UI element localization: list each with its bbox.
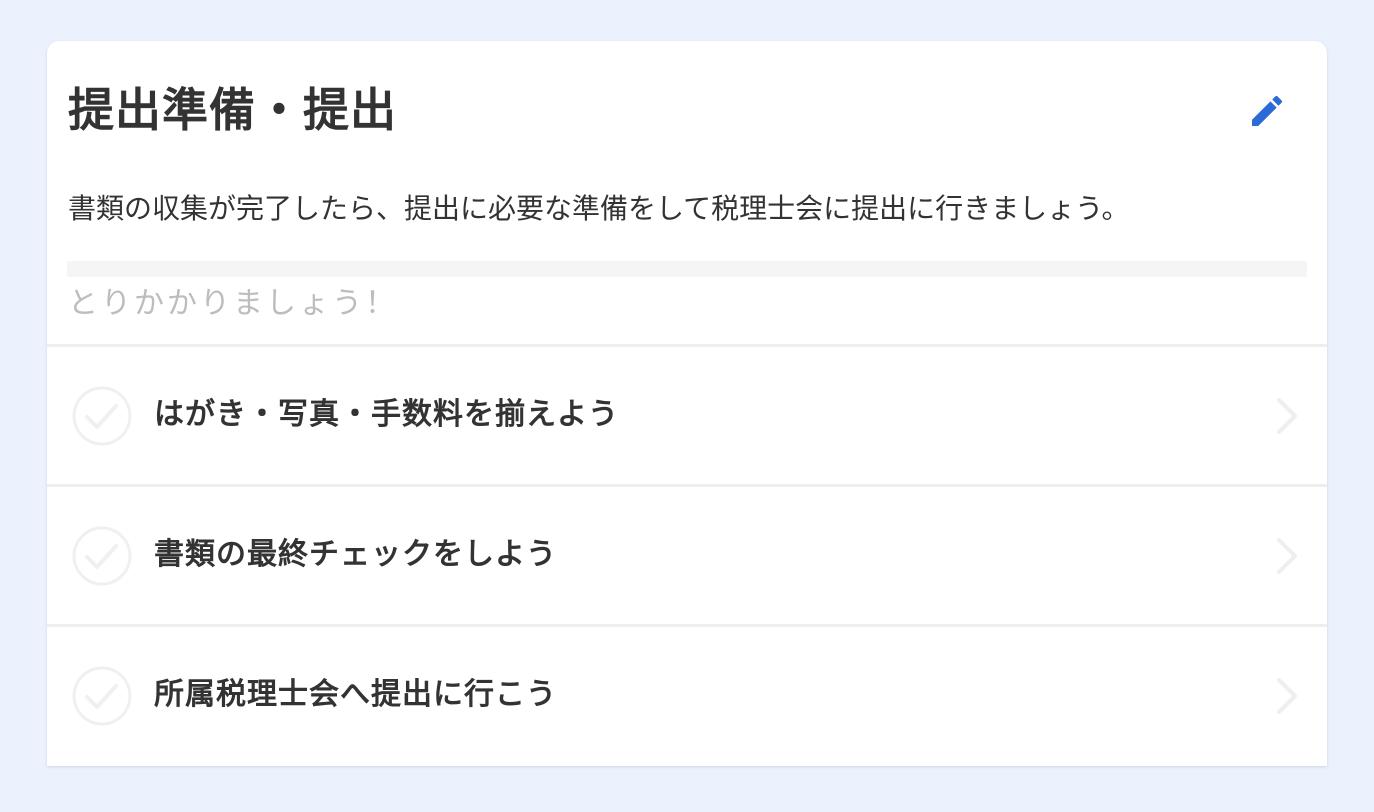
chevron-right-icon	[1277, 538, 1297, 574]
check-circle-icon	[72, 386, 132, 446]
task-list: はがき・写真・手数料を揃えよう 書類の最終チェックをしよう 所属税理士会へ提出に…	[47, 344, 1327, 764]
task-label: 所属税理士会へ提出に行こう	[154, 677, 557, 712]
task-item-final-check[interactable]: 書類の最終チェックをしよう	[47, 484, 1327, 624]
card-header: 提出準備・提出 書類の収集が完了したら、提出に必要な準備をして税理士会に提出に行…	[47, 41, 1327, 344]
progress-bar	[67, 261, 1307, 277]
task-label: 書類の最終チェックをしよう	[154, 537, 557, 572]
task-label: はがき・写真・手数料を揃えよう	[154, 397, 619, 432]
task-item-prepare-documents[interactable]: はがき・写真・手数料を揃えよう	[47, 344, 1327, 484]
section-title: 提出準備・提出	[68, 83, 397, 137]
pencil-icon	[1252, 95, 1283, 126]
progress-status-text: とりかかりましょう！	[68, 286, 398, 321]
check-circle-icon	[72, 526, 132, 586]
chevron-right-icon	[1277, 398, 1297, 434]
task-section-card: 提出準備・提出 書類の収集が完了したら、提出に必要な準備をして税理士会に提出に行…	[47, 41, 1327, 766]
task-item-submit-to-association[interactable]: 所属税理士会へ提出に行こう	[47, 624, 1327, 764]
section-description: 書類の収集が完了したら、提出に必要な準備をして税理士会に提出に行きましょう。	[68, 192, 1130, 225]
chevron-right-icon	[1277, 678, 1297, 714]
edit-button[interactable]	[1241, 85, 1293, 137]
check-circle-icon	[72, 666, 132, 726]
